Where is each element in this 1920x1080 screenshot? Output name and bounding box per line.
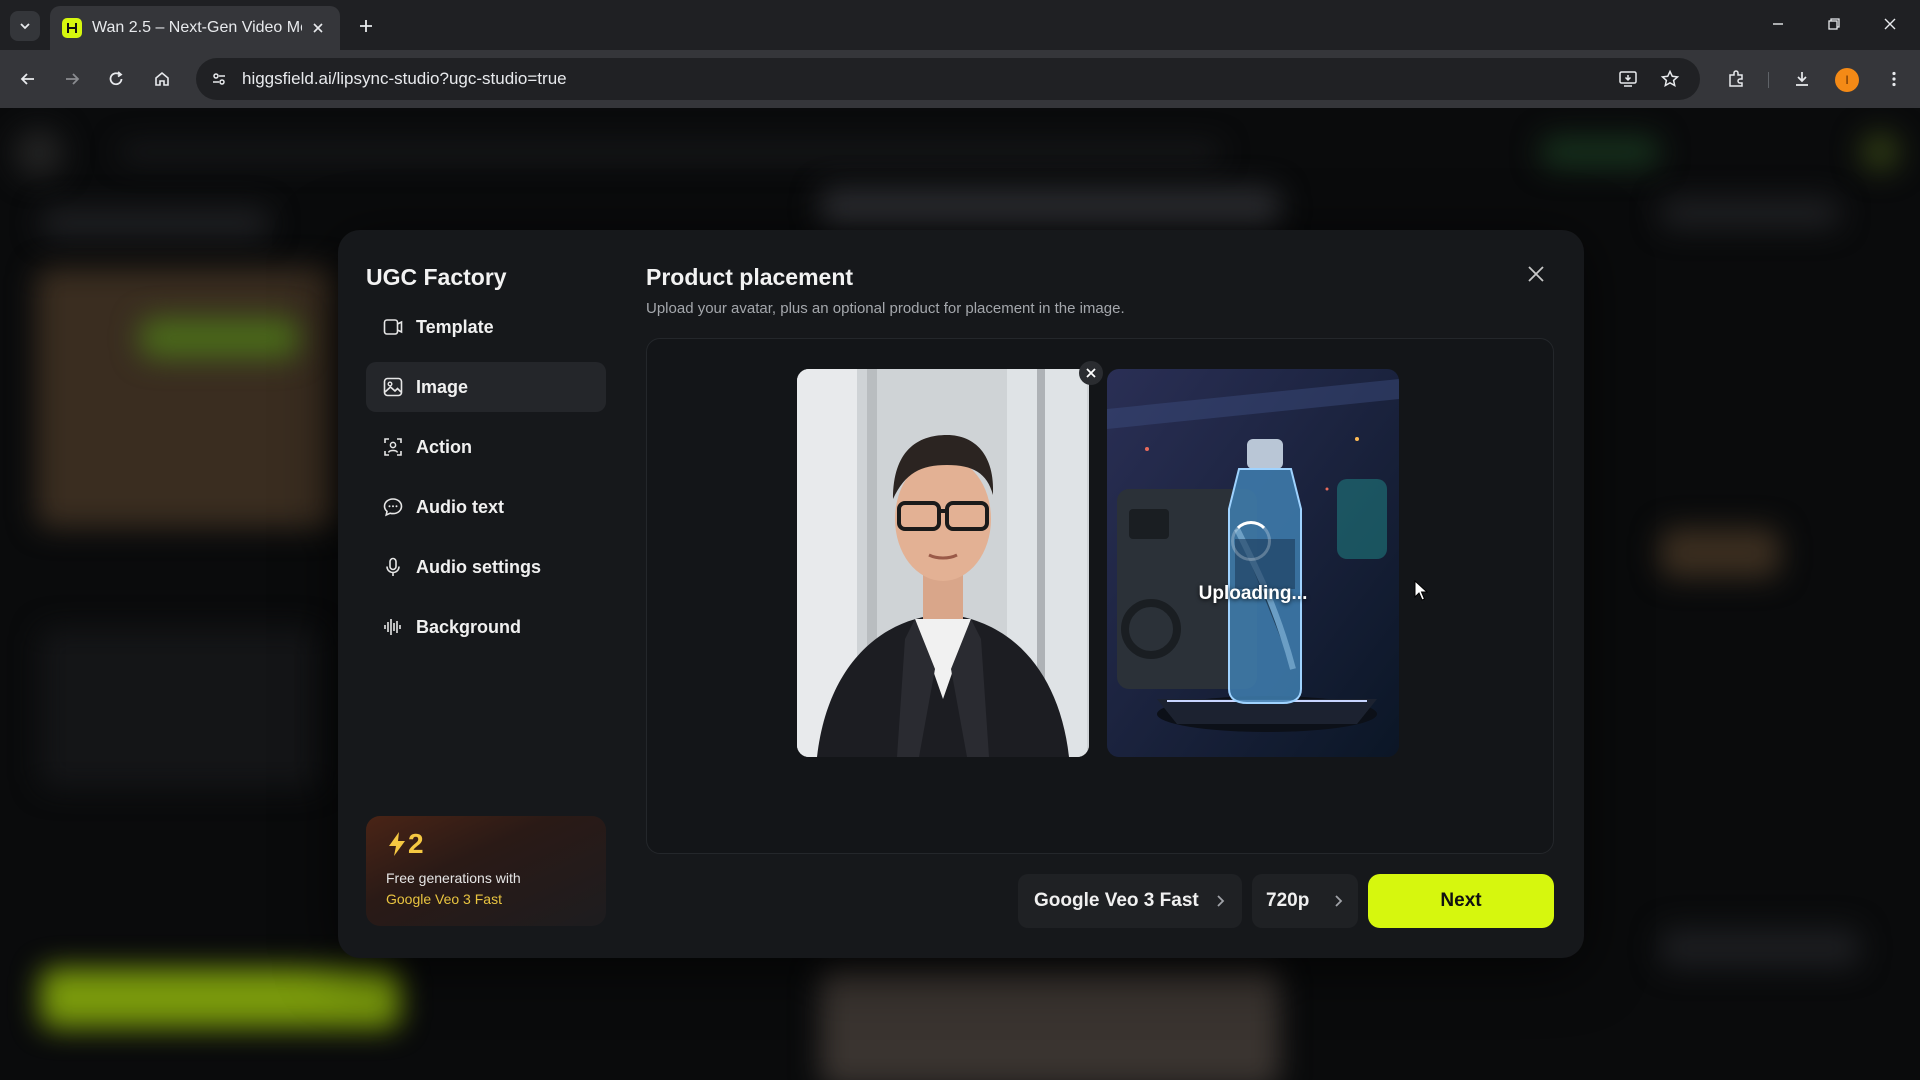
bg-heading	[40, 208, 270, 238]
chevron-right-icon	[1217, 895, 1225, 907]
nav-item-template[interactable]: Template	[366, 302, 606, 352]
model-select-button[interactable]: Google Veo 3 Fast	[1018, 874, 1242, 928]
waveform-icon	[382, 616, 404, 638]
close-icon	[1528, 266, 1544, 282]
nav-label-action: Action	[416, 436, 472, 457]
url-text[interactable]: higgsfield.ai/lipsync-studio?ugc-studio=…	[242, 69, 567, 89]
bookmark-star-icon[interactable]	[1658, 67, 1682, 91]
browser-tab-active[interactable]: Wan 2.5 – Next-Gen Video Mod	[50, 6, 340, 50]
toolbar-divider	[1768, 72, 1769, 88]
bg-thumbnail	[36, 268, 336, 528]
avatar-image	[797, 369, 1089, 757]
home-icon	[155, 71, 169, 86]
next-button[interactable]: Next	[1368, 874, 1554, 928]
ugc-factory-modal: UGC Factory Template Image Action Audio …	[338, 230, 1584, 958]
site-settings-icon[interactable]	[208, 68, 230, 90]
close-icon	[1884, 18, 1896, 30]
microphone-icon	[382, 556, 404, 578]
bg-video-preview	[820, 968, 1280, 1080]
promo-count-value: 2	[408, 828, 424, 859]
nav-item-action[interactable]: Action	[366, 422, 606, 472]
promo-count: 2	[386, 828, 586, 860]
free-generations-promo: 2 Free generations with Google Veo 3 Fas…	[366, 816, 606, 926]
bg-thumbnail-badge	[140, 318, 300, 358]
bg-nav-strip	[120, 144, 1220, 160]
nav-item-background[interactable]: Background	[366, 602, 606, 652]
chevron-down-icon	[20, 23, 30, 30]
modal-subtitle: Upload your avatar, plus an optional pro…	[646, 300, 1125, 317]
promo-model-name: Google Veo 3 Fast	[386, 891, 502, 907]
forward-button[interactable]	[56, 63, 88, 95]
bg-logo	[14, 128, 64, 178]
bg-text-block	[40, 628, 320, 788]
mouse-cursor-icon	[1414, 580, 1428, 601]
modal-sidebar-nav: Template Image Action Audio text Audio s…	[366, 302, 606, 662]
bg-avatar	[1860, 132, 1900, 172]
plus-icon	[360, 20, 372, 32]
arrow-left-icon	[20, 73, 34, 85]
lightning-icon	[389, 832, 405, 856]
tab-title: Wan 2.5 – Next-Gen Video Mod	[92, 19, 302, 36]
back-button[interactable]	[12, 63, 44, 95]
resolution-select-label: 720p	[1266, 890, 1310, 911]
upload-status-text: Uploading...	[1198, 583, 1308, 604]
template-icon	[382, 316, 404, 338]
bg-primary-button	[40, 968, 400, 1028]
remove-avatar-button[interactable]	[1079, 361, 1103, 385]
close-icon	[1086, 368, 1096, 378]
profile-avatar[interactable]: I	[1835, 68, 1859, 92]
chat-bubble-icon	[382, 496, 404, 518]
nav-item-image[interactable]: Image	[366, 362, 606, 412]
upload-spinner	[1231, 521, 1271, 561]
tab-search-button[interactable]	[10, 11, 40, 41]
image-icon	[382, 376, 404, 398]
modal-title: Product placement	[646, 264, 854, 290]
home-button[interactable]	[146, 63, 178, 95]
address-bar[interactable]: higgsfield.ai/lipsync-studio?ugc-studio=…	[196, 58, 1700, 100]
minimize-button[interactable]	[1758, 8, 1798, 40]
reload-icon	[109, 71, 123, 86]
reload-button[interactable]	[100, 63, 132, 95]
new-tab-button[interactable]	[352, 12, 380, 40]
nav-label-image: Image	[416, 376, 469, 397]
puzzle-icon	[1729, 70, 1743, 87]
restore-icon	[1828, 18, 1840, 30]
bg-green-pill	[1540, 136, 1660, 168]
bg-right-heading	[1660, 198, 1840, 228]
install-app-icon[interactable]	[1616, 67, 1640, 91]
modal-brand-title: UGC Factory	[366, 264, 507, 290]
browser-tab-bar: Wan 2.5 – Next-Gen Video Mod	[0, 0, 1920, 50]
nav-item-audio-settings[interactable]: Audio settings	[366, 542, 606, 592]
bg-top-card	[820, 188, 1280, 228]
nav-label-audio-settings: Audio settings	[416, 556, 541, 577]
product-image: Uploading...	[1107, 369, 1399, 757]
action-icon	[382, 436, 404, 458]
modal-close-button[interactable]	[1522, 260, 1550, 288]
chevron-right-icon	[1335, 895, 1343, 907]
tab-close-icon[interactable]	[308, 18, 328, 38]
arrow-right-icon	[66, 73, 80, 85]
model-select-label: Google Veo 3 Fast	[1034, 890, 1199, 911]
bg-right-chip	[1660, 528, 1780, 578]
more-vertical-icon	[1892, 71, 1896, 87]
downloads-button[interactable]	[1786, 63, 1818, 95]
nav-item-audio-text[interactable]: Audio text	[366, 482, 606, 532]
minimize-icon	[1773, 23, 1783, 25]
nav-label-audio-text: Audio text	[416, 496, 504, 517]
extensions-button[interactable]	[1720, 63, 1752, 95]
restore-button[interactable]	[1814, 8, 1854, 40]
window-close-button[interactable]	[1870, 8, 1910, 40]
resolution-select-button[interactable]: 720p	[1252, 874, 1358, 928]
nav-label-background: Background	[416, 616, 522, 637]
promo-text: Free generations with	[386, 870, 521, 886]
browser-menu-button[interactable]	[1878, 63, 1910, 95]
bg-right-row	[1660, 928, 1860, 968]
nav-label-template: Template	[416, 316, 494, 337]
browser-toolbar: higgsfield.ai/lipsync-studio?ugc-studio=…	[0, 50, 1920, 108]
download-icon	[1796, 72, 1808, 86]
higgsfield-favicon-icon	[62, 18, 82, 38]
